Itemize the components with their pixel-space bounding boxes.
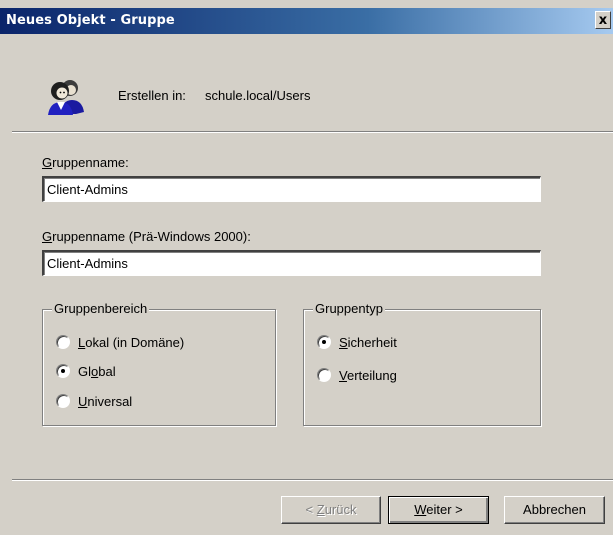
window-title: Neues Objekt - Gruppe: [6, 13, 175, 28]
radio-button[interactable]: [56, 335, 70, 349]
window-frame: [0, 0, 613, 8]
radio-button[interactable]: [317, 368, 331, 382]
radio-button-checked[interactable]: [56, 364, 70, 378]
group-name-pre2000-label: Gruppenname (Prä-Windows 2000):: [42, 229, 251, 244]
scope-global-radio[interactable]: Global: [56, 363, 116, 379]
group-type-legend: Gruppentyp: [313, 301, 385, 316]
back-button[interactable]: < Zurück: [281, 496, 381, 524]
scope-local-radio[interactable]: Lokal (in Domäne): [56, 334, 184, 350]
type-distribution-label: Verteilung: [339, 367, 397, 383]
users-group-icon: [48, 80, 84, 115]
group-name-pre2000-input[interactable]: Client-Admins: [42, 250, 541, 276]
close-icon: x: [598, 13, 608, 28]
scope-universal-label: Universal: [78, 393, 133, 409]
create-in-path: schule.local/Users: [205, 88, 311, 103]
group-scope-legend: Gruppenbereich: [52, 301, 150, 316]
group-name-pre2000-value: Client-Admins: [47, 256, 128, 271]
title-bar[interactable]: Neues Objekt - Gruppe: [0, 8, 613, 34]
cancel-button[interactable]: Abbrechen: [504, 496, 605, 524]
header-separator: [12, 131, 613, 133]
type-security-radio[interactable]: Sicherheit: [317, 334, 397, 350]
scope-local-label: Lokal (in Domäne): [78, 334, 185, 350]
create-in-label: Erstellen in:: [118, 88, 186, 103]
scope-universal-radio[interactable]: Universal: [56, 393, 132, 409]
next-button[interactable]: Weiter >: [388, 496, 489, 524]
radio-button[interactable]: [56, 394, 70, 408]
group-name-value: Client-Admins: [47, 182, 128, 197]
close-button[interactable]: x: [595, 11, 611, 29]
type-distribution-radio[interactable]: Verteilung: [317, 367, 397, 383]
group-name-input[interactable]: Client-Admins: [42, 176, 541, 202]
dialog-window: Neues Objekt - Gruppe x Erstellen in: sc…: [0, 0, 613, 535]
type-security-label: Sicherheit: [339, 334, 397, 350]
footer-separator: [12, 479, 613, 481]
group-name-label: Gruppenname:: [42, 155, 129, 170]
scope-global-label: Global: [78, 363, 116, 379]
radio-button-checked[interactable]: [317, 335, 331, 349]
